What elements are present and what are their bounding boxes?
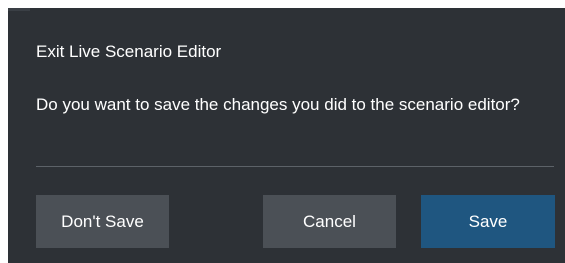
dialog-title: Exit Live Scenario Editor bbox=[36, 42, 222, 61]
exit-editor-dialog: Exit Live Scenario Editor Do you want to… bbox=[8, 8, 565, 263]
dialog-divider bbox=[36, 166, 554, 167]
cancel-button[interactable]: Cancel bbox=[263, 195, 396, 248]
save-button[interactable]: Save bbox=[421, 195, 555, 248]
dialog-corner-mark bbox=[8, 8, 30, 11]
dont-save-button[interactable]: Don't Save bbox=[36, 195, 169, 248]
dialog-message: Do you want to save the changes you did … bbox=[36, 95, 520, 114]
